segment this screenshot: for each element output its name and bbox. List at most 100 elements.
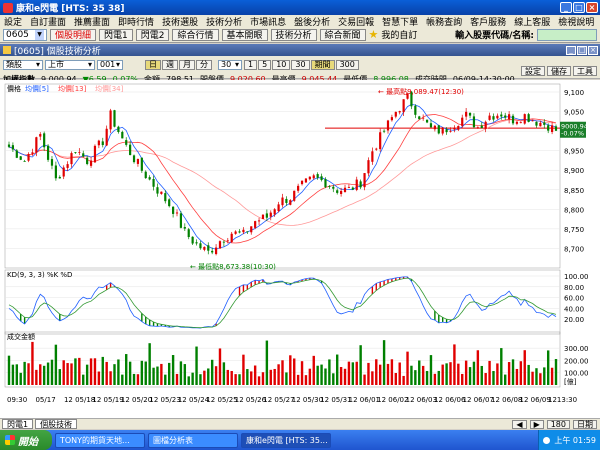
menu-item[interactable]: 技術分析 — [202, 15, 246, 28]
volume-bar — [128, 361, 132, 385]
toolbar-button[interactable]: 綜合行情 — [172, 28, 219, 41]
volume-bar — [152, 367, 155, 385]
period-button[interactable]: 月 — [179, 59, 195, 70]
candle-body — [293, 190, 296, 201]
interval-button[interactable]: 300 — [335, 59, 359, 70]
volume-bar — [312, 355, 315, 385]
menu-item[interactable]: 技術選股 — [158, 15, 202, 28]
minutes-select[interactable]: 30 ▾ — [218, 59, 242, 70]
volume-bar — [148, 343, 151, 385]
chart-tool-button[interactable]: 工具 — [573, 66, 597, 76]
menu-item[interactable]: 設定 — [0, 15, 26, 28]
interval-button[interactable]: 10 — [272, 59, 291, 70]
candle-body — [382, 130, 386, 132]
volume-bar — [507, 362, 511, 385]
favorites-link[interactable]: 我的自訂 — [381, 28, 417, 41]
candle-body — [300, 180, 304, 185]
category-select[interactable]: 類股 ▾ — [3, 59, 43, 70]
candle-body — [156, 187, 159, 194]
task-tony[interactable]: TONY的期貨天地... — [55, 432, 145, 448]
candle-body — [203, 246, 206, 250]
interval-button[interactable]: 1 — [244, 59, 258, 70]
period-button[interactable]: 週 — [162, 59, 178, 70]
chart-tool-button[interactable]: 設定 — [521, 66, 545, 76]
toolbar-button[interactable]: 個股明細 — [50, 28, 97, 41]
bars-count[interactable]: 180 — [546, 419, 570, 429]
candle-body — [508, 114, 511, 120]
volume-bar — [187, 376, 190, 385]
code-select[interactable]: 001 ▾ — [97, 59, 123, 70]
menu-item[interactable]: 交易回報 — [334, 15, 378, 28]
menu-item[interactable]: 線上客服 — [510, 15, 554, 28]
scroll-left-button[interactable]: ◀ — [512, 419, 527, 429]
panel-maximize-button[interactable]: □ — [577, 45, 587, 55]
volume-bar — [523, 350, 526, 385]
menu-item[interactable]: 自訂畫面 — [26, 15, 70, 28]
volume-bar — [54, 344, 58, 385]
start-button[interactable]: 開始 — [0, 430, 52, 450]
bottom-tab[interactable]: 閃電1 — [2, 419, 34, 429]
toolbar-button[interactable]: 技術分析 — [270, 28, 317, 41]
menu-item[interactable]: 推薦畫面 — [70, 15, 114, 28]
candle-body — [461, 117, 464, 126]
volume-bar — [500, 348, 503, 385]
candle-body — [496, 115, 499, 119]
candle-body — [355, 179, 358, 190]
market-select[interactable]: 上市 ▾ — [45, 59, 95, 70]
volume-bar — [320, 364, 323, 385]
price-tick-label: 8,850 — [564, 187, 584, 195]
menu-item[interactable]: 客戶服務 — [466, 15, 510, 28]
volume-bar — [300, 361, 304, 385]
candle-body — [39, 134, 42, 137]
period-button[interactable]: 分 — [196, 59, 212, 70]
minimize-button[interactable]: _ — [560, 2, 572, 13]
candle-body — [465, 111, 468, 117]
candle-body — [214, 247, 218, 255]
volume-bar — [328, 359, 331, 385]
candle-body — [7, 144, 11, 147]
maximize-button[interactable]: □ — [573, 2, 585, 13]
candle-body — [78, 151, 81, 153]
interval-button[interactable]: 期間 — [310, 59, 335, 70]
bottom-tab[interactable]: 個股技術 — [35, 419, 78, 429]
period-button[interactable]: 日 — [145, 59, 161, 70]
volume-bar — [289, 355, 292, 385]
stock-code-select[interactable]: 0605 ▼ — [3, 28, 47, 41]
stock-search-input[interactable] — [537, 28, 597, 41]
chart-tool-button[interactable]: 儲存 — [547, 66, 571, 76]
interval-button[interactable]: 30 — [291, 59, 310, 70]
toolbar-button[interactable]: 閃電1 — [99, 28, 133, 41]
interval-button[interactable]: 5 — [258, 59, 272, 70]
technical-chart[interactable]: 9,1009,0509,0008,9508,9008,8508,8008,750… — [0, 80, 600, 418]
period-label[interactable]: 日期 — [573, 419, 597, 429]
candle-body — [66, 164, 69, 168]
menu-item[interactable]: 盤後分析 — [290, 15, 334, 28]
panel-close-button[interactable]: × — [588, 45, 598, 55]
candle-body — [324, 179, 327, 188]
scroll-right-button[interactable]: ▶ — [529, 419, 544, 429]
candle-body — [433, 125, 436, 130]
menu-item[interactable]: 即時行情 — [114, 15, 158, 28]
task-khe-app[interactable]: 康和e閃電 [HTS: 35... — [241, 432, 331, 448]
candle-body — [144, 171, 147, 179]
menu-item[interactable]: 帳務查詢 — [422, 15, 466, 28]
menu-item[interactable]: 市場訊息 — [246, 15, 290, 28]
toolbar-button[interactable]: 基本開眼 — [221, 28, 268, 41]
close-button[interactable]: × — [586, 2, 598, 13]
toolbar-button[interactable]: 綜合新聞 — [319, 28, 366, 41]
volume-bar — [457, 363, 460, 385]
panel-minimize-button[interactable]: _ — [566, 45, 576, 55]
menu-item[interactable]: 智慧下單 — [378, 15, 422, 28]
volume-bar — [253, 365, 257, 385]
volume-bar — [351, 362, 355, 385]
candle-body — [222, 241, 225, 243]
volume-bar — [140, 360, 144, 385]
volume-bar — [468, 367, 472, 385]
network-icon[interactable] — [543, 436, 551, 444]
task-chart-table[interactable]: 圖檔分析表 — [148, 432, 238, 448]
volume-bar — [461, 373, 464, 385]
candle-body — [187, 229, 190, 238]
menu-item[interactable]: 檢視說明 — [554, 15, 598, 28]
toolbar-button[interactable]: 閃電2 — [135, 28, 170, 41]
volume-bar — [406, 351, 409, 385]
